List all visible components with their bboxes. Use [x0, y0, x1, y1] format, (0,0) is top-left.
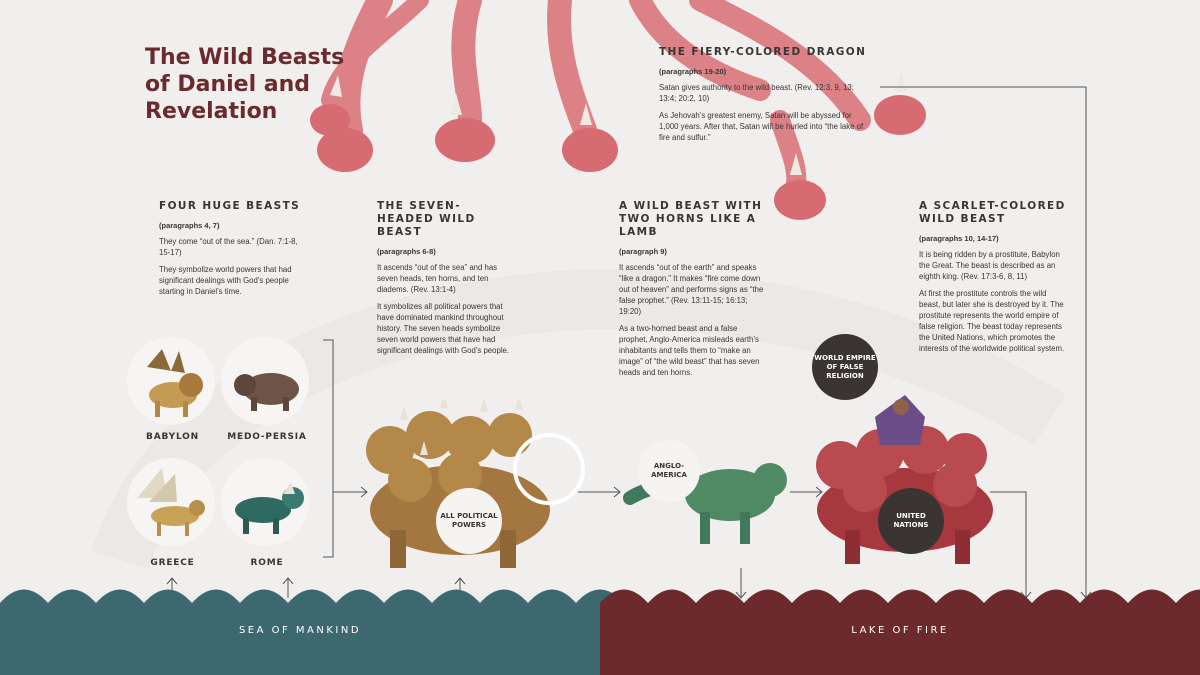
- wave-edge: [0, 589, 1200, 608]
- lake-of-fire-band: [600, 603, 1200, 675]
- sea-of-mankind-band: [0, 603, 600, 675]
- lake-of-fire-label: LAKE OF FIRE: [851, 625, 949, 636]
- flow-connectors: [166, 86, 1092, 599]
- sea-of-mankind-label: SEA OF MANKIND: [238, 625, 362, 636]
